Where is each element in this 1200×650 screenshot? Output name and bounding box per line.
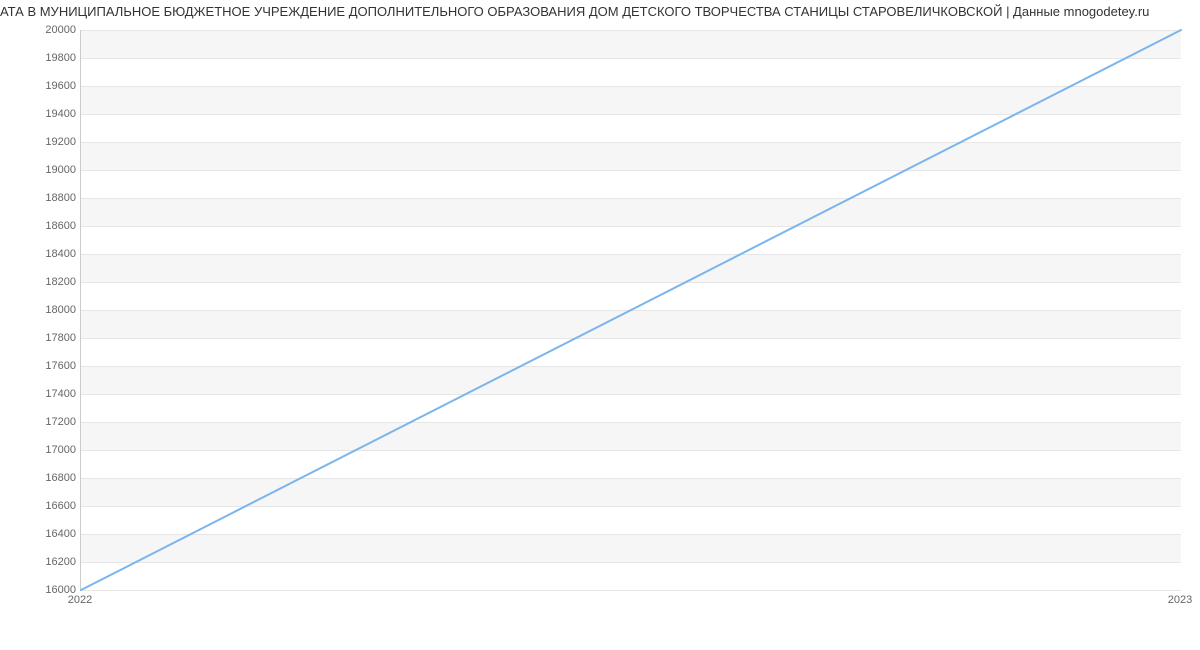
gridline <box>81 590 1181 591</box>
chart-title: АТА В МУНИЦИПАЛЬНОЕ БЮДЖЕТНОЕ УЧРЕЖДЕНИЕ… <box>0 4 1200 19</box>
y-tick-label: 16400 <box>26 528 76 540</box>
y-tick-label: 18800 <box>26 192 76 204</box>
y-tick-label: 19800 <box>26 52 76 64</box>
y-tick-label: 20000 <box>26 24 76 36</box>
x-tick-label: 2022 <box>68 594 92 606</box>
y-tick-label: 18000 <box>26 304 76 316</box>
y-tick-label: 19400 <box>26 108 76 120</box>
y-tick-label: 16800 <box>26 472 76 484</box>
plot-area <box>80 30 1181 591</box>
y-tick-label: 16200 <box>26 556 76 568</box>
y-tick-label: 17800 <box>26 332 76 344</box>
y-tick-label: 16600 <box>26 500 76 512</box>
y-tick-label: 17400 <box>26 388 76 400</box>
y-tick-label: 19000 <box>26 164 76 176</box>
y-tick-label: 17600 <box>26 360 76 372</box>
y-tick-label: 17200 <box>26 416 76 428</box>
y-tick-label: 17000 <box>26 444 76 456</box>
x-tick-label: 2023 <box>1168 594 1192 606</box>
y-tick-label: 19600 <box>26 80 76 92</box>
chart-container: АТА В МУНИЦИПАЛЬНОЕ БЮДЖЕТНОЕ УЧРЕЖДЕНИЕ… <box>0 0 1200 650</box>
y-tick-label: 18600 <box>26 220 76 232</box>
series-line <box>81 30 1181 590</box>
y-tick-label: 18400 <box>26 248 76 260</box>
y-tick-label: 19200 <box>26 136 76 148</box>
y-tick-label: 18200 <box>26 276 76 288</box>
series-layer <box>81 30 1181 590</box>
